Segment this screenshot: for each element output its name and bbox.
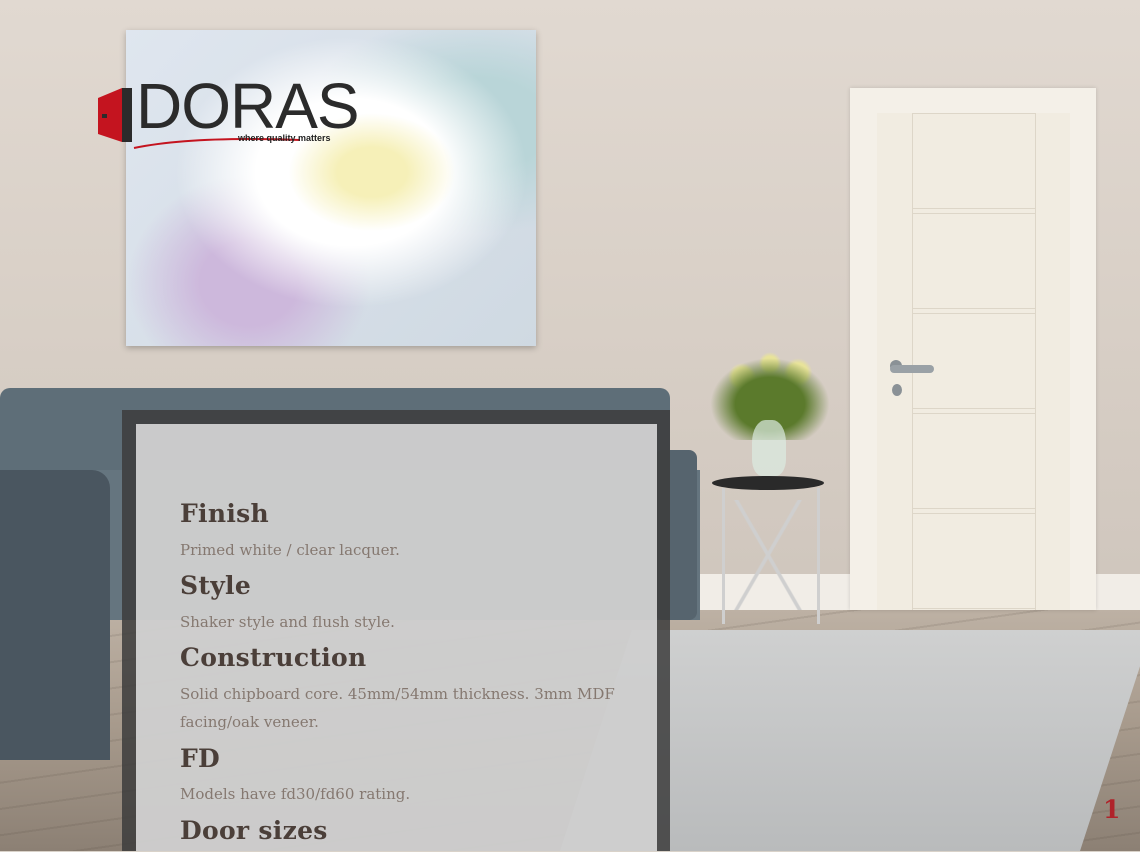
spec-text: Solid chipboard core. 45mm/54mm thicknes… — [180, 684, 615, 732]
door-logo-icon — [98, 88, 132, 142]
spec-fd: FD Models have fd30/fd60 rating. — [180, 743, 650, 809]
spec-title: FD — [180, 743, 221, 773]
spec-title: Construction — [180, 643, 367, 672]
side-table-frame — [730, 500, 806, 610]
spec-title: Door sizes — [180, 815, 328, 845]
brand-tagline: where quality matters — [238, 133, 331, 143]
door-panel — [912, 113, 1036, 209]
spec-door-sizes: Door sizes — [180, 815, 650, 845]
brand-name: DORAS — [136, 70, 360, 142]
door-panel — [912, 513, 1036, 609]
spec-construction: Construction Solid chipboard core. 45mm/… — [180, 644, 650, 737]
spec-list: Finish Primed white / clear lacquer. Sty… — [180, 500, 650, 852]
spec-text: Models have fd30/fd60 rating. — [180, 785, 411, 803]
glass-vase — [752, 420, 786, 476]
spec-finish: Finish Primed white / clear lacquer. — [180, 500, 650, 564]
spec-style: Style Shaker style and flush style. — [180, 572, 650, 636]
spec-title: Style — [180, 571, 252, 600]
spec-text: Primed white / clear lacquer. — [180, 540, 400, 559]
spec-text: Shaker style and flush style. — [180, 612, 395, 631]
door-panel — [912, 313, 1036, 409]
door-panel — [912, 213, 1036, 309]
page-number: 1 — [1103, 795, 1121, 824]
spec-title: Finish — [180, 499, 269, 528]
brand-logo: DORAS where quality matters — [96, 74, 386, 150]
door-panel — [912, 413, 1036, 509]
sofa-arm — [0, 470, 110, 760]
keyhole — [892, 384, 902, 396]
side-table-top — [712, 476, 824, 490]
door-handle — [890, 365, 934, 373]
